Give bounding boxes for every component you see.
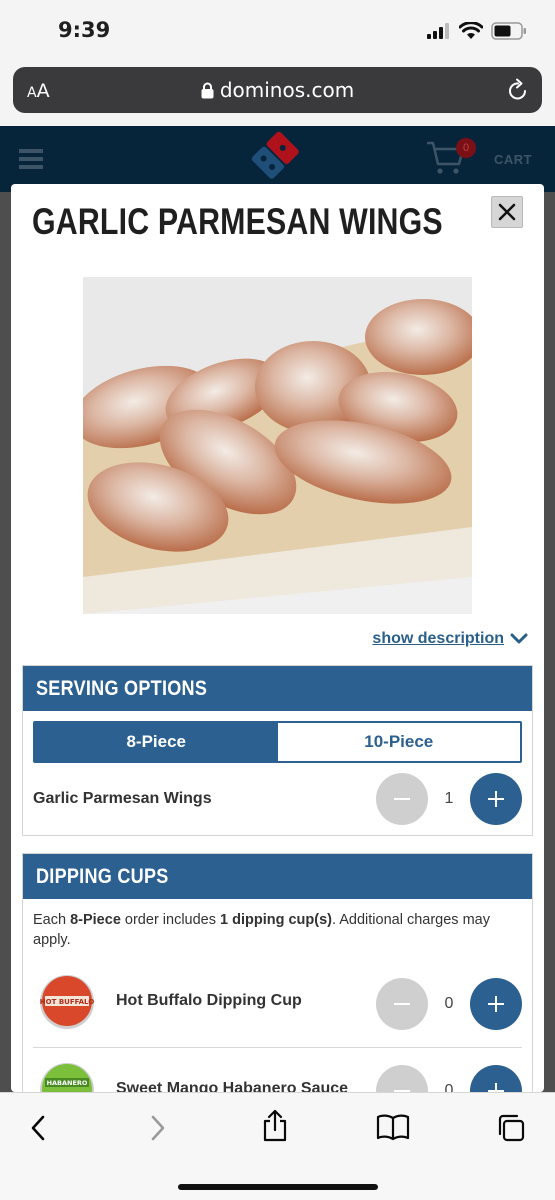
status-time: 9:39 (58, 18, 111, 42)
url-text: dominos.com (219, 78, 355, 102)
close-icon (498, 203, 516, 221)
dipping-cup-name-mango-habanero: Sweet Mango Habanero Sauce (116, 1080, 349, 1092)
lock-icon (201, 82, 214, 99)
address-bar[interactable]: AA dominos.com (13, 67, 542, 113)
plus-icon (488, 1083, 504, 1092)
serving-options-heading: SERVING OPTIONS (23, 666, 532, 711)
increase-hot-buffalo-button[interactable] (470, 978, 522, 1030)
mango-habanero-cup-image: HABANERO (40, 1063, 94, 1092)
minus-icon (394, 798, 410, 800)
mango-habanero-quantity: 0 (444, 1082, 454, 1092)
wifi-icon (459, 22, 483, 39)
serving-size-selector: 8-Piece 10-Piece (33, 721, 522, 763)
home-indicator[interactable] (178, 1184, 378, 1190)
close-button[interactable] (491, 196, 523, 228)
minus-icon (394, 1003, 410, 1005)
increase-quantity-button[interactable] (470, 773, 522, 825)
battery-icon (491, 22, 526, 40)
product-image (83, 277, 472, 614)
serving-options-panel: SERVING OPTIONS 8-Piece 10-Piece Garlic … (22, 665, 533, 836)
decrease-mango-habanero-button[interactable] (376, 1065, 428, 1092)
plus-icon (488, 791, 504, 807)
item-quantity: 1 (444, 790, 454, 807)
bookmarks-icon[interactable] (376, 1113, 410, 1141)
tabs-icon[interactable] (496, 1113, 526, 1143)
svg-text:HABANERO: HABANERO (47, 1079, 88, 1087)
status-bar: 9:39 (0, 0, 555, 62)
cellular-signal-icon (427, 23, 449, 39)
product-title: GARLIC PARMESAN WINGS (32, 201, 443, 242)
reload-icon[interactable] (507, 78, 529, 102)
dominos-logo[interactable] (251, 130, 301, 182)
product-modal: GARLIC PARMESAN WINGS show description S… (11, 184, 544, 1092)
option-10-piece[interactable]: 10-Piece (277, 723, 520, 761)
url-display[interactable]: dominos.com (13, 78, 542, 102)
share-icon[interactable] (261, 1109, 289, 1143)
cart-label[interactable]: CART (494, 152, 532, 167)
decrease-hot-buffalo-button[interactable] (376, 978, 428, 1030)
decrease-quantity-button[interactable] (376, 773, 428, 825)
increase-mango-habanero-button[interactable] (470, 1065, 522, 1092)
svg-text:HOT BUFFALO: HOT BUFFALO (40, 998, 94, 1006)
chevron-down-icon (510, 633, 528, 644)
hot-buffalo-quantity: 0 (444, 995, 454, 1012)
status-icons (427, 20, 527, 42)
menu-icon[interactable] (19, 149, 43, 173)
dipping-cups-heading: DIPPING CUPS (23, 854, 532, 899)
row-divider (33, 1047, 522, 1048)
back-arrow-icon[interactable] (28, 1113, 48, 1143)
show-description-link[interactable]: show description (372, 630, 528, 648)
option-8-piece[interactable]: 8-Piece (35, 723, 278, 761)
item-label: Garlic Parmesan Wings (33, 790, 212, 807)
dipping-cup-name-hot-buffalo: Hot Buffalo Dipping Cup (116, 992, 302, 1009)
hot-buffalo-cup-image: HOT BUFFALO (40, 975, 94, 1029)
dipping-cups-panel: DIPPING CUPS Each 8-Piece order includes… (22, 853, 533, 1092)
cart-count-badge: 0 (456, 138, 476, 158)
plus-icon (488, 996, 504, 1012)
forward-arrow-icon[interactable] (148, 1113, 168, 1143)
dipping-cups-note: Each 8-Piece order includes 1 dipping cu… (33, 912, 490, 948)
